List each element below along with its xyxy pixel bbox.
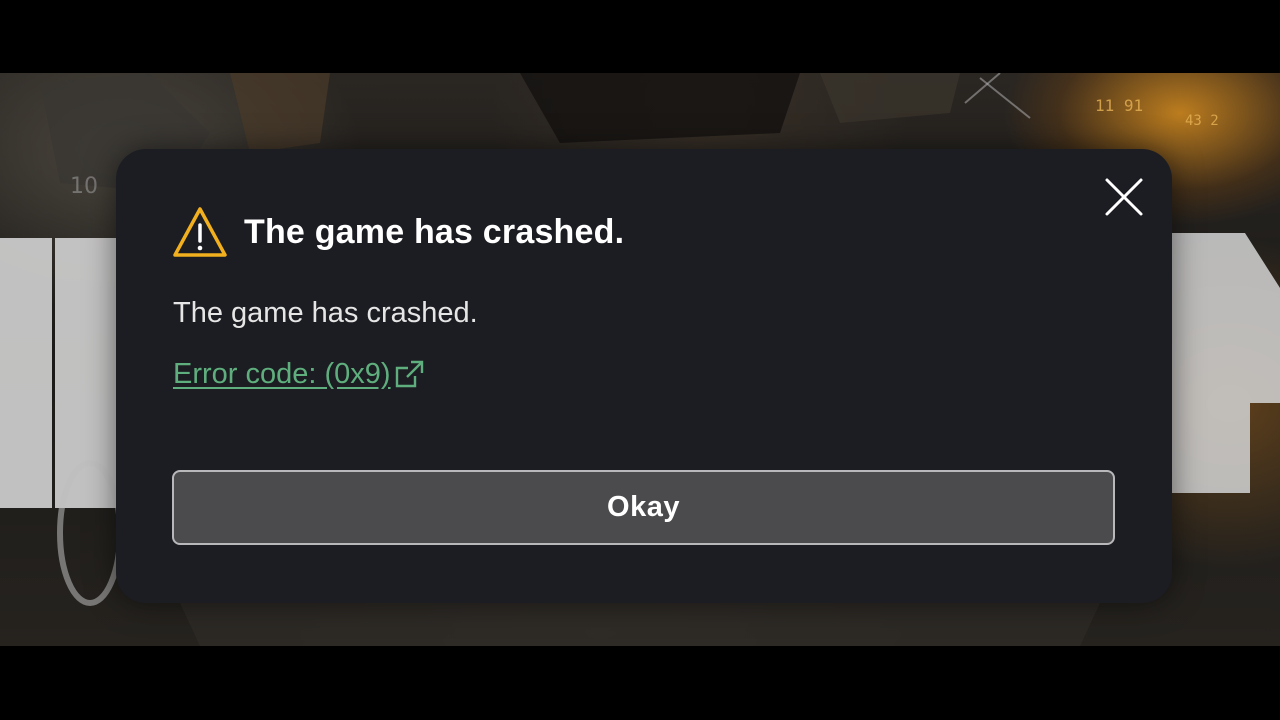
error-code-link[interactable]: Error code: (0x9) [173, 357, 427, 391]
close-button[interactable] [1098, 171, 1150, 223]
close-icon [1105, 178, 1143, 216]
okay-button[interactable]: Okay [172, 470, 1115, 545]
svg-text:10: 10 [70, 174, 98, 199]
dialog-title: The game has crashed. [244, 212, 625, 251]
warning-triangle-icon [173, 207, 227, 257]
dialog-header: The game has crashed. [172, 204, 624, 260]
svg-text:43 2: 43 2 [1185, 113, 1219, 129]
letterbox-bottom [0, 646, 1280, 720]
external-link-icon [395, 360, 423, 388]
crash-dialog: The game has crashed. The game has crash… [116, 149, 1172, 603]
letterbox-top [0, 0, 1280, 73]
error-code-text: Error code: (0x9) [173, 357, 391, 390]
svg-text:11 91: 11 91 [1095, 96, 1143, 115]
dialog-message: The game has crashed. [173, 297, 478, 329]
